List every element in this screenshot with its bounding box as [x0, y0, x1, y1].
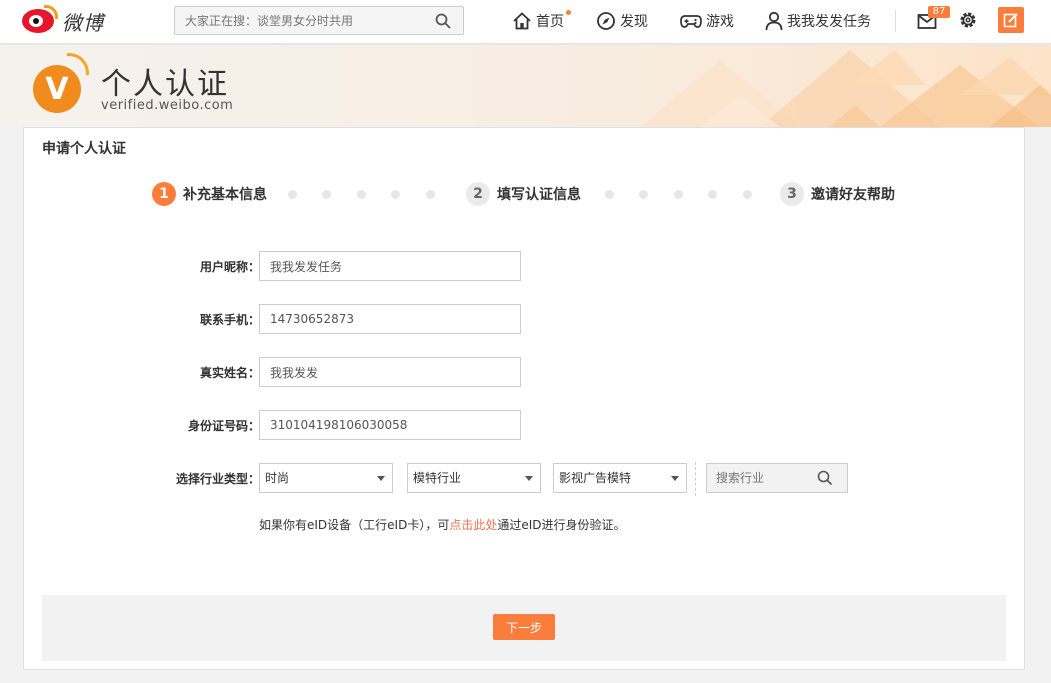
- weibo-logo[interactable]: 微博: [22, 5, 112, 35]
- top-navbar: 微博 首页 发现 游戏: [0, 0, 1051, 44]
- step-progress-dot: [605, 190, 614, 199]
- industry-search: [706, 463, 848, 493]
- search-icon[interactable]: [817, 470, 833, 486]
- page-title: 申请个人认证: [42, 141, 126, 157]
- phone-label: 联系手机：: [199, 313, 260, 327]
- step-progress-dot: [674, 190, 683, 199]
- step-1-number: 1: [152, 182, 176, 206]
- step-3: 3 邀请好友帮助: [780, 182, 895, 206]
- application-form-card: 申请个人认证 1 补充基本信息 2 填写认证信息 3 邀请好友帮助 用户昵称： …: [23, 127, 1025, 670]
- verification-banner: V 个人认证 verified.weibo.com: [0, 45, 1051, 127]
- step-1-label: 补充基本信息: [183, 187, 267, 203]
- global-search-input[interactable]: [175, 7, 425, 34]
- step-progress-dot: [708, 190, 717, 199]
- verified-v-letter: V: [45, 71, 69, 107]
- chevron-down-icon: [671, 476, 679, 481]
- nav-discover[interactable]: 发现: [596, 10, 648, 32]
- step-progress-dot: [357, 190, 366, 199]
- search-icon[interactable]: [435, 13, 451, 29]
- gear-icon[interactable]: [958, 10, 978, 30]
- nav-home-label: 首页: [536, 14, 564, 30]
- industry-search-input[interactable]: [707, 464, 817, 492]
- user-icon: [765, 11, 783, 31]
- nav-games[interactable]: 游戏: [680, 10, 734, 32]
- step-2: 2 填写认证信息: [466, 182, 581, 206]
- step-progress-dot: [391, 190, 400, 199]
- eid-hint: 如果你有eID设备（工行eID卡），可点击此处通过eID进行身份验证。: [259, 516, 626, 533]
- weibo-arc-icon: [44, 5, 58, 19]
- realname-field[interactable]: [259, 357, 521, 387]
- idcard-field[interactable]: [259, 410, 521, 440]
- edit-icon: [1003, 13, 1018, 28]
- idcard-label: 身份证号码：: [187, 419, 260, 433]
- home-icon: [513, 12, 531, 30]
- eid-hint-suffix: 通过eID进行身份验证。: [497, 518, 626, 532]
- step-progress-dot: [288, 190, 297, 199]
- phone-field[interactable]: [259, 304, 521, 334]
- nickname-label: 用户昵称：: [199, 260, 260, 274]
- industry-level3-select[interactable]: 影视广告模特: [553, 463, 687, 493]
- banner-subtitle[interactable]: verified.weibo.com: [101, 98, 233, 113]
- next-step-button[interactable]: 下一步: [493, 614, 555, 640]
- industry-level1-select[interactable]: 时尚: [259, 463, 393, 493]
- chevron-down-icon: [525, 476, 533, 481]
- realname-label: 真实姓名：: [199, 366, 260, 380]
- step-1: 1 补充基本信息: [152, 182, 267, 206]
- banner-title: 个人认证: [101, 67, 229, 102]
- eid-link[interactable]: 点击此处: [449, 518, 497, 532]
- nav-profile[interactable]: 我我发发任务: [765, 10, 871, 32]
- industry-label: 选择行业类型：: [175, 472, 260, 486]
- compass-icon: [597, 12, 615, 30]
- gamepad-icon: [680, 15, 702, 28]
- nav-divider: [895, 10, 896, 32]
- step-2-number: 2: [466, 182, 490, 206]
- industry-divider: [695, 462, 696, 496]
- weibo-logo-text: 微博: [62, 11, 104, 35]
- nav-username: 我我发发任务: [787, 14, 871, 30]
- verified-v-icon: V: [33, 65, 81, 113]
- eid-hint-prefix: 如果你有eID设备（工行eID卡），可: [259, 518, 450, 532]
- industry-level1-value: 时尚: [265, 471, 290, 485]
- nickname-field[interactable]: [259, 251, 521, 281]
- industry-level2-select[interactable]: 模特行业: [407, 463, 541, 493]
- step-progress-dot: [639, 190, 648, 199]
- step-progress-dot: [426, 190, 435, 199]
- nav-discover-label: 发现: [620, 14, 648, 30]
- step-3-number: 3: [780, 182, 804, 206]
- industry-level2-value: 模特行业: [413, 471, 462, 485]
- step-progress-dot: [743, 190, 752, 199]
- global-search: [174, 6, 464, 35]
- form-footer: 下一步: [42, 595, 1006, 661]
- step-3-label: 邀请好友帮助: [811, 187, 895, 203]
- nav-home[interactable]: 首页: [512, 10, 564, 32]
- step-2-label: 填写认证信息: [497, 187, 581, 203]
- step-progress-dot: [322, 190, 331, 199]
- industry-level3-value: 影视广告模特: [559, 471, 632, 485]
- chevron-down-icon: [377, 476, 385, 481]
- nav-games-label: 游戏: [706, 14, 734, 30]
- new-notification-dot: [566, 10, 571, 15]
- compose-button[interactable]: [998, 7, 1024, 33]
- mail-count-badge: 87: [928, 6, 950, 18]
